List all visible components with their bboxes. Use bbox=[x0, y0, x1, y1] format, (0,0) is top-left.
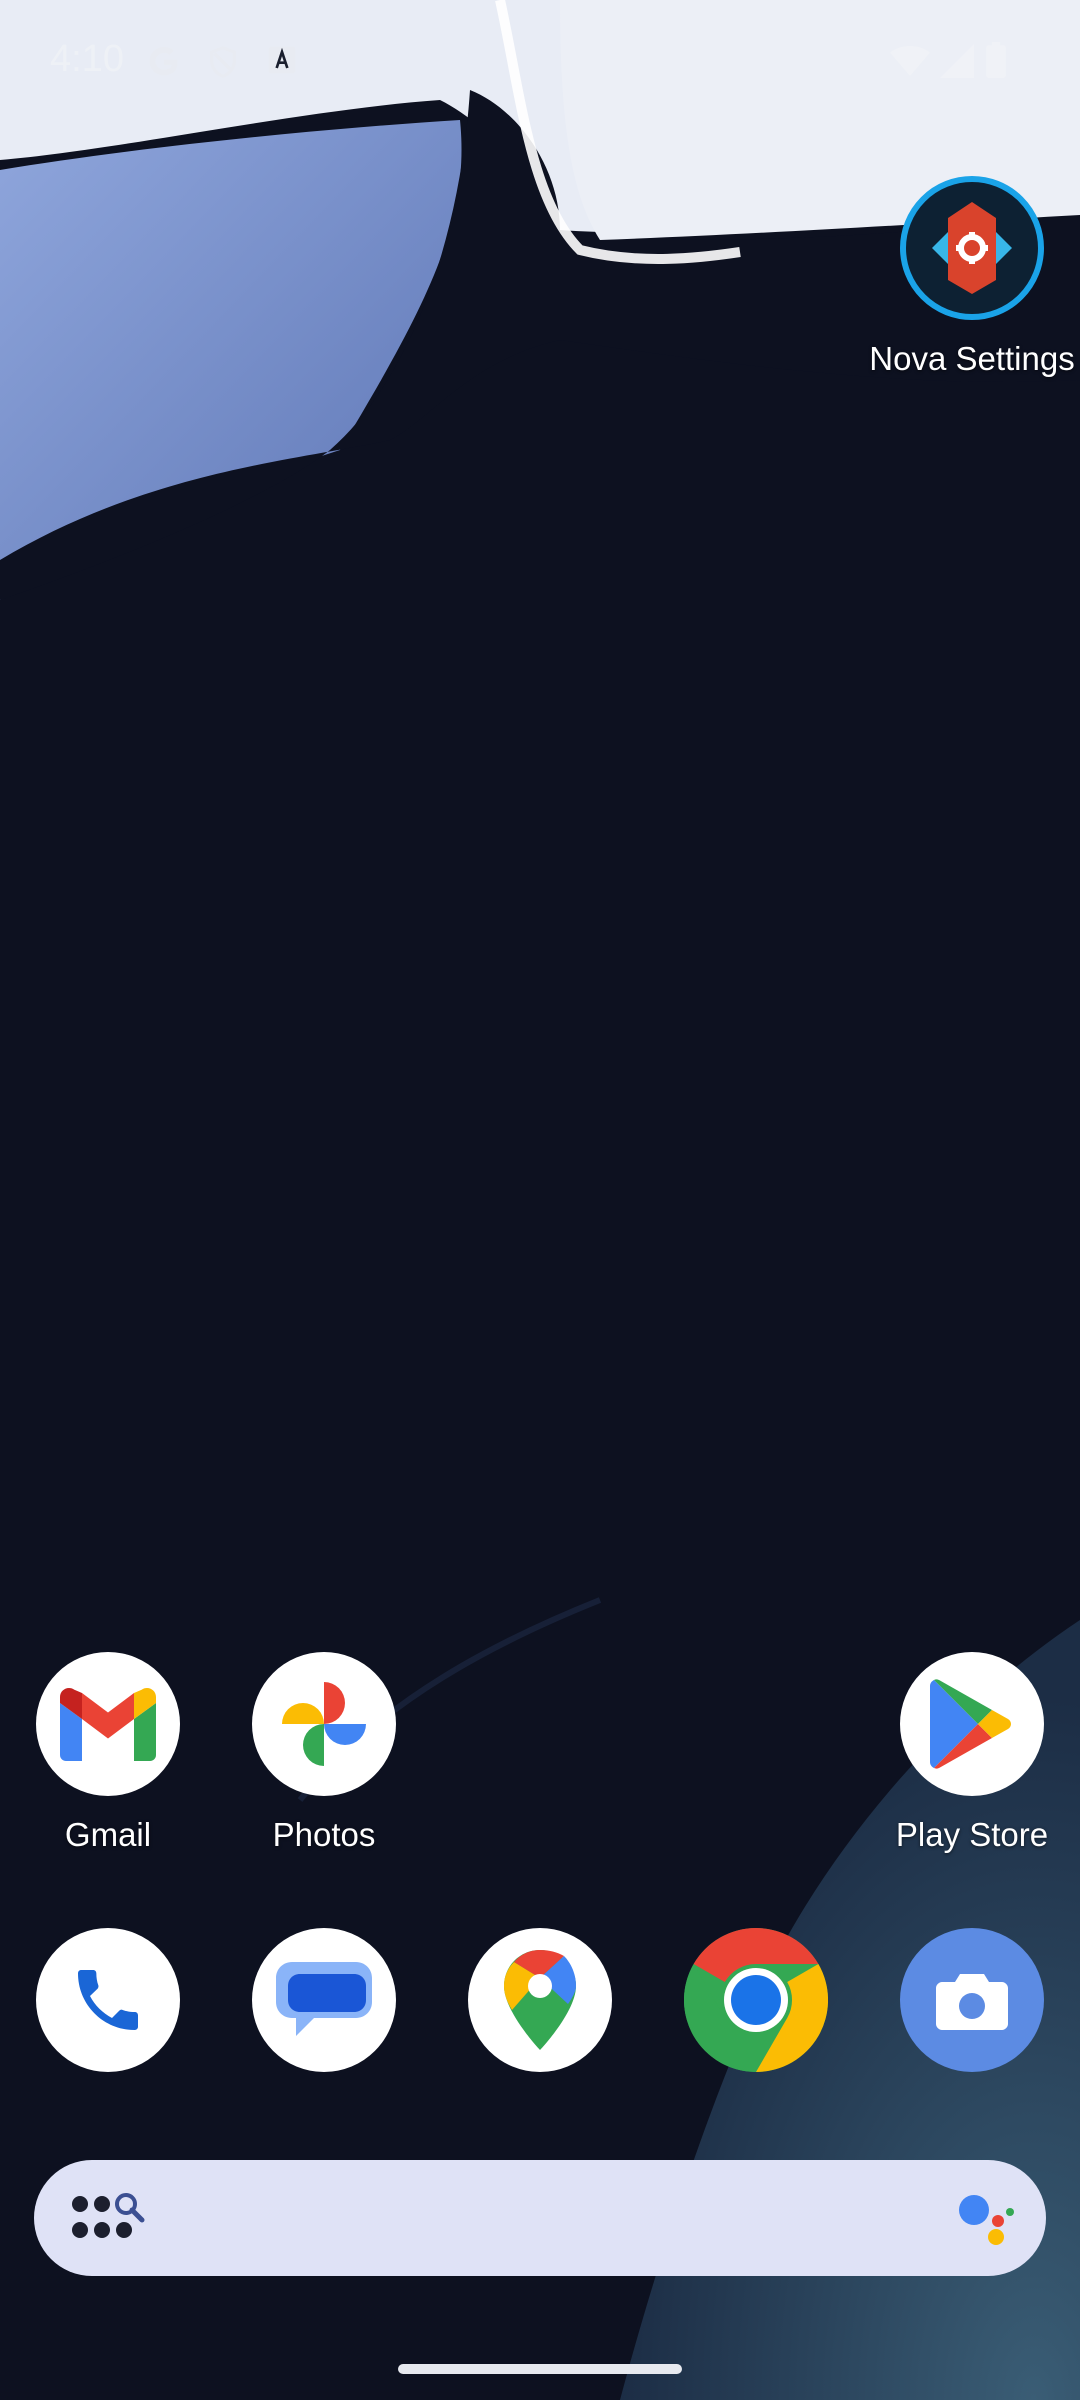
gmail-app[interactable]: Gmail bbox=[0, 1652, 216, 1854]
gmail-label: Gmail bbox=[64, 1816, 152, 1853]
chrome-app[interactable] bbox=[648, 1928, 864, 2072]
phone-icon bbox=[36, 1928, 180, 2072]
chrome-icon bbox=[684, 1928, 828, 2072]
nova-settings-shortcut[interactable]: Nova Settings bbox=[864, 176, 1080, 378]
maps-app[interactable] bbox=[432, 1928, 648, 2072]
nova-settings-label: Nova Settings bbox=[869, 340, 1075, 377]
search-bar[interactable] bbox=[34, 2160, 1046, 2276]
status-time: 4:10 bbox=[50, 38, 124, 80]
status-bar: 4:10 bbox=[0, 0, 1080, 130]
battery-icon bbox=[986, 42, 1006, 78]
gmail-icon bbox=[36, 1652, 180, 1796]
phone-app[interactable] bbox=[0, 1928, 216, 2072]
google-assistant-icon[interactable] bbox=[956, 2190, 1016, 2251]
font-a-icon bbox=[266, 44, 298, 76]
nova-settings-icon bbox=[900, 176, 1044, 320]
maps-icon bbox=[468, 1928, 612, 2072]
photos-icon bbox=[252, 1652, 396, 1796]
photos-app[interactable]: Photos bbox=[216, 1652, 432, 1854]
cell-signal-icon bbox=[940, 44, 974, 78]
shield-icon bbox=[206, 44, 240, 80]
photos-label: Photos bbox=[272, 1816, 376, 1853]
messages-icon bbox=[252, 1928, 396, 2072]
play-store-icon bbox=[900, 1652, 1044, 1796]
play-store-app[interactable]: Play Store bbox=[864, 1652, 1080, 1854]
messages-app[interactable] bbox=[216, 1928, 432, 2072]
play-store-label: Play Store bbox=[895, 1816, 1049, 1853]
google-g-icon bbox=[146, 44, 182, 80]
camera-app[interactable] bbox=[864, 1928, 1080, 2072]
gesture-nav-handle[interactable] bbox=[398, 2364, 682, 2374]
app-drawer-search-icon[interactable] bbox=[70, 2190, 154, 2251]
camera-icon bbox=[900, 1928, 1044, 2072]
wifi-icon bbox=[890, 44, 930, 78]
